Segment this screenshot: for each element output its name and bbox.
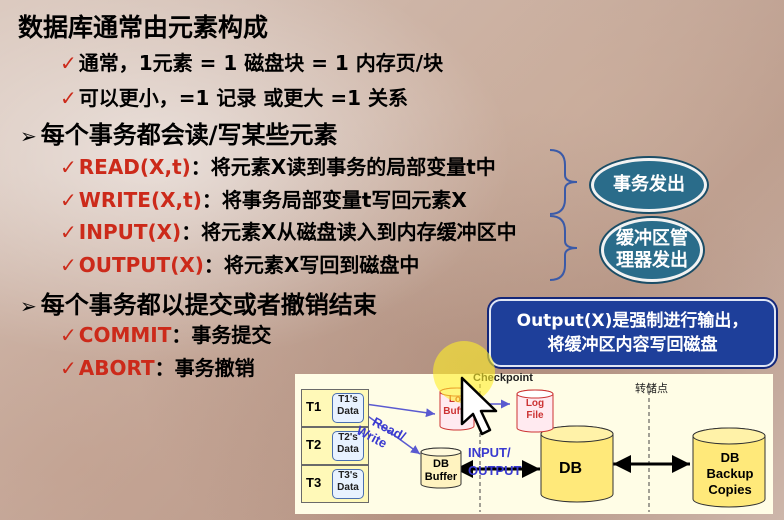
check-icon: ✓ <box>60 86 77 110</box>
log-file-line: Log <box>525 398 545 409</box>
data-line: T1's <box>338 394 358 405</box>
bullet-usually: ✓ 通常，1元素 = 1 磁盘块 = 1 内存页/块 <box>60 47 443 76</box>
op-name: WRITE(X,t) <box>78 188 202 212</box>
oval-line: 理器发出 <box>616 250 688 271</box>
log-file-label: Log File <box>517 398 553 422</box>
op-desc: ：将元素X写回到磁盘中 <box>203 253 420 277</box>
callout-line: 将缓冲区内容写回磁盘 <box>547 335 718 355</box>
log-file-line: File <box>526 410 544 421</box>
heading-text: 每个事务都以提交或者撤销结束 <box>40 291 377 319</box>
transaction-data: T3's Data <box>332 469 364 499</box>
check-icon: ✓ <box>60 253 77 277</box>
heading-read-write: ➢ 每个事务都会读/写某些元素 <box>20 115 338 150</box>
mouse-cursor-icon <box>460 376 498 436</box>
backup-label: DB Backup Copies <box>695 450 765 498</box>
op-output: ✓ OUTPUT(X)：将元素X写回到磁盘中 <box>60 249 419 278</box>
bullet-text: 可以更小，=1 记录 或更大 =1 关系 <box>78 86 408 110</box>
op-name: COMMIT <box>78 323 172 347</box>
backup-line: Copies <box>708 482 752 497</box>
op-input: ✓ INPUT(X)：将元素X从磁盘读入到内存缓冲区中 <box>60 216 517 245</box>
op-desc: ：事务撤销 <box>154 356 255 380</box>
op-desc: ：将元素X从磁盘读入到内存缓冲区中 <box>181 220 517 244</box>
op-desc: ：将元素X读到事务的局部变量t中 <box>190 155 496 179</box>
transaction-data: T1's Data <box>332 393 364 423</box>
bullet-smaller: ✓ 可以更小，=1 记录 或更大 =1 关系 <box>60 82 408 111</box>
brace-read-write <box>549 149 578 215</box>
db-label: DB <box>559 460 583 477</box>
input-output-line: INPUT/ <box>468 445 511 460</box>
slide: 数据库通常由元素构成 ✓ 通常，1元素 = 1 磁盘块 = 1 内存页/块 ✓ 可以… <box>0 0 784 520</box>
check-icon: ✓ <box>60 356 77 380</box>
transaction-box-t3: T3 T3's Data <box>301 465 369 503</box>
arrow-bullet-icon: ➢ <box>20 294 37 318</box>
input-output-label: INPUT/ OUTPUT <box>468 444 521 480</box>
check-icon: ✓ <box>60 188 77 212</box>
oval-transaction-issued: 事务发出 <box>591 158 707 212</box>
op-desc: ：事务提交 <box>171 323 272 347</box>
input-output-line: OUTPUT <box>468 463 522 478</box>
data-line: Data <box>337 444 359 455</box>
op-name: INPUT(X) <box>78 220 182 244</box>
heading-text: 每个事务都会读/写某些元素 <box>40 121 338 149</box>
heading-commit-abort: ➢ 每个事务都以提交或者撤销结束 <box>20 285 377 320</box>
bullet-text: 通常，1元素 = 1 磁盘块 = 1 内存页/块 <box>78 51 444 75</box>
slide-title: 数据库通常由元素构成 <box>18 13 269 42</box>
db-buffer-line: DB <box>433 458 449 470</box>
check-icon: ✓ <box>60 323 77 347</box>
op-name: READ(X,t) <box>78 155 191 179</box>
transaction-label: T3 <box>306 475 322 490</box>
logging-diagram: T1 T1's Data T2 T2's Data T3 T3's Data R… <box>295 372 773 514</box>
db-buffer-label: DB Buffer <box>421 458 461 484</box>
callout-line: Output(X)是强制进行输出， <box>516 311 749 331</box>
check-icon: ✓ <box>60 220 77 244</box>
backup-line: DB <box>720 450 740 465</box>
op-read: ✓ READ(X,t)：将元素X读到事务的局部变量t中 <box>60 151 496 180</box>
transaction-label: T1 <box>306 399 322 414</box>
data-line: T3's <box>338 470 358 481</box>
output-callout: Output(X)是强制进行输出， 将缓冲区内容写回磁盘 <box>489 299 776 367</box>
backup-line: Backup <box>706 466 754 481</box>
op-name: OUTPUT(X) <box>78 253 204 277</box>
arrow-bullet-icon: ➢ <box>20 124 37 148</box>
op-abort: ✓ ABORT：事务撤销 <box>60 352 255 381</box>
transaction-label: T2 <box>306 437 322 452</box>
brace-input-output <box>549 215 578 281</box>
op-name: ABORT <box>78 356 155 380</box>
op-desc: ：将事务局部变量t写回元素X <box>201 188 467 212</box>
db-buffer-line: Buffer <box>424 471 458 483</box>
op-commit: ✓ COMMIT：事务提交 <box>60 319 271 348</box>
oval-buffer-manager-issued: 缓冲区管 理器发出 <box>601 218 703 282</box>
op-write: ✓ WRITE(X,t)：将事务局部变量t写回元素X <box>60 184 467 213</box>
data-line: Data <box>337 482 359 493</box>
transfer-point-label: 转储点 <box>635 383 668 395</box>
oval-line: 缓冲区管 <box>616 228 688 249</box>
transaction-box-t1: T1 T1's Data <box>301 389 369 427</box>
data-line: Data <box>337 406 359 417</box>
check-icon: ✓ <box>60 155 77 179</box>
check-icon: ✓ <box>60 51 77 75</box>
